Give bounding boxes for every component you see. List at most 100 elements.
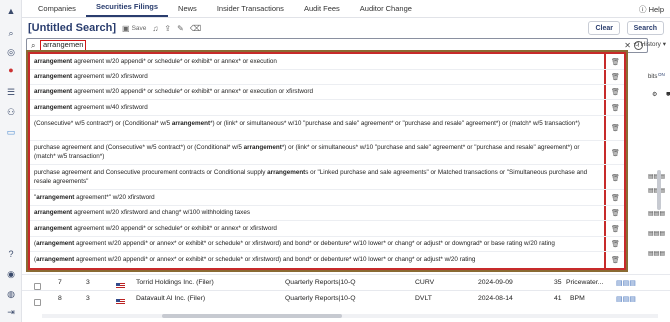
logo-icon[interactable]: ▲ <box>5 5 17 17</box>
trash-icon[interactable]: 🗑 <box>611 88 620 96</box>
trash-icon[interactable]: 🗑 <box>611 104 620 112</box>
help-link[interactable]: ⓘ Help <box>639 4 664 15</box>
search-title[interactable]: [Untitled Search] <box>28 22 116 34</box>
suggestion-item[interactable]: (arrangement agreement w/20 appendi* or … <box>34 240 602 249</box>
horizontal-scrollbar[interactable] <box>42 314 658 318</box>
company-name[interactable]: Torrid Holdings Inc. (Filer) <box>136 279 214 286</box>
search-button[interactable]: Search <box>626 21 664 35</box>
suggestion-item[interactable]: purchase agreement and Consecutive procu… <box>34 169 602 186</box>
share-icon[interactable]: ⇪ <box>164 24 171 33</box>
suggestion-item[interactable]: (arrangement agreement w/20 appendi* or … <box>34 256 602 265</box>
divider <box>30 69 624 70</box>
trash-icon[interactable]: 🗑 <box>611 58 620 66</box>
trash-icon[interactable]: 🗑 <box>611 73 620 81</box>
suggestion-item[interactable]: arrangement agreement w/20 xfirstword an… <box>34 209 602 218</box>
logout-icon[interactable]: ⇥ <box>5 306 17 318</box>
search-bar[interactable]: ⌕ arrangemen ✕ i <box>26 38 648 53</box>
divider <box>30 84 624 85</box>
search-icon[interactable]: ⌕ <box>5 27 17 39</box>
trash-icon[interactable]: 🗑 <box>611 240 620 248</box>
title-bar: [Untitled Search] ▣ Save ♫ ⇪ ✎ ⌫ Clear S… <box>22 18 670 38</box>
table-settings-icon[interactable]: ⚙ <box>652 91 657 98</box>
tab-insider-transactions[interactable]: Insider Transactions <box>207 4 294 17</box>
filing-date: 2024-09-09 <box>478 279 513 286</box>
row-number: 8 <box>58 295 62 302</box>
ticker: DVLT <box>415 295 432 302</box>
doc-icons[interactable]: ▤▤▤ <box>616 295 636 303</box>
car-icon[interactable]: ⛟ <box>666 91 670 99</box>
vertical-scrollbar[interactable] <box>657 170 661 210</box>
divider <box>30 99 624 100</box>
users-icon[interactable]: ⚇ <box>5 106 17 118</box>
divider <box>30 220 624 221</box>
main-area: Companies Securities Filings News Inside… <box>22 0 670 322</box>
search-input[interactable]: arrangemen <box>40 40 87 51</box>
clear-input-icon[interactable]: ✕ <box>624 41 631 50</box>
clear-button[interactable]: Clear <box>588 21 620 35</box>
suggestion-item[interactable]: "arrangement agreement*" w/20 xfirstword <box>34 194 602 203</box>
form-type: Quarterly Reports|10-Q <box>285 279 356 286</box>
bits-badge: ON <box>658 72 665 77</box>
ticker: CURV <box>415 279 435 286</box>
tab-auditor-change[interactable]: Auditor Change <box>350 4 422 17</box>
left-rail: ▲ ⌕ ◎ ● ☰ ⚇ ▭ ? ◉ ◍ ⇥ <box>0 0 22 322</box>
trash-icon[interactable]: 🗑 <box>611 209 620 217</box>
trash-icon[interactable]: 🗑 <box>611 256 620 264</box>
magnifier-icon: ⌕ <box>31 41 36 50</box>
row-col2: 3 <box>86 295 90 302</box>
divider <box>30 251 624 252</box>
company-name[interactable]: Datavault AI Inc. (Filer) <box>136 295 205 302</box>
trash-icon[interactable]: 🗑 <box>611 174 620 182</box>
help-icon[interactable]: ? <box>5 248 17 260</box>
filing-date: 2024-08-14 <box>478 295 513 302</box>
tab-companies[interactable]: Companies <box>28 4 86 17</box>
divider <box>30 115 624 116</box>
globe-search-icon[interactable]: ◎ <box>5 46 17 58</box>
divider <box>30 205 624 206</box>
table-row[interactable]: 8 3 Datavault AI Inc. (Filer) Quarterly … <box>22 290 670 306</box>
table-row[interactable]: 7 3 Torrid Holdings Inc. (Filer) Quarter… <box>22 274 670 290</box>
suggestion-item[interactable]: arrangement agreement w/20 appendi* or s… <box>34 225 602 234</box>
suggestion-item[interactable]: arrangement agreement w/20 appendi* or s… <box>34 58 602 67</box>
filter-icon[interactable]: ☰ <box>5 86 17 98</box>
divider <box>30 164 624 165</box>
doc-icons[interactable]: ▤▤▤ <box>616 279 636 287</box>
save-label[interactable]: Save <box>132 25 147 32</box>
top-tabs: Companies Securities Filings News Inside… <box>22 0 670 18</box>
tab-audit-fees[interactable]: Audit Fees <box>294 4 350 17</box>
suggestion-item[interactable]: purchase agreement and (Consecutive* w/5… <box>34 144 602 161</box>
compass-icon[interactable]: ◉ <box>5 268 17 280</box>
trash-icon[interactable]: 🗑 <box>611 124 620 132</box>
tab-news[interactable]: News <box>168 4 207 17</box>
doc-icons-row-5[interactable]: ▤▤▤ <box>648 250 665 257</box>
hit-count: 35 <box>554 279 562 286</box>
trash-icon[interactable]: 🗑 <box>611 149 620 157</box>
help-label: Help <box>648 5 664 14</box>
trash-icon[interactable]: 🗑 <box>611 194 620 202</box>
history-label: History <box>640 41 661 48</box>
folder-icon[interactable]: ▭ <box>5 126 17 138</box>
bits-label: bits <box>648 74 658 80</box>
tab-securities-filings[interactable]: Securities Filings <box>85 2 169 17</box>
history-button[interactable]: ⟲ History ▾ <box>633 40 666 48</box>
doc-icons-row-3[interactable]: ▤▤▤ <box>648 210 665 217</box>
divider <box>30 140 624 141</box>
delete-icon[interactable]: ⌫ <box>190 24 201 33</box>
suggestion-item[interactable]: arrangement agreement w/40 xfirstword <box>34 104 602 113</box>
edit-icon[interactable]: ✎ <box>177 24 184 33</box>
bell-icon[interactable]: ♫ <box>152 24 158 33</box>
save-icon[interactable]: ▣ <box>122 24 130 33</box>
doc-icons-row-4[interactable]: ▤▤▤ <box>648 230 665 237</box>
trash-icon[interactable]: 🗑 <box>611 225 620 233</box>
alerts-icon[interactable]: ● <box>5 64 17 76</box>
right-toolbar: bits ON ⤢ ⚙ ⛟ ⋯ ▤▤▤ ▤▤▤ ▤▤▤ ▤▤▤ ▤▤▤ <box>642 70 670 300</box>
row-col2: 3 <box>86 279 90 286</box>
scroll-thumb[interactable] <box>162 314 342 318</box>
suggestion-item[interactable]: arrangement agreement w/20 xfirstword <box>34 73 602 82</box>
divider <box>30 189 624 190</box>
divider <box>30 236 624 237</box>
auditor: BPM <box>570 295 585 302</box>
suggestion-item[interactable]: arrangement agreement w/20 appendi* or s… <box>34 88 602 97</box>
account-icon[interactable]: ◍ <box>5 288 17 300</box>
suggestion-item[interactable]: (Consecutive* w/5 contract*) or (Conditi… <box>34 120 602 129</box>
